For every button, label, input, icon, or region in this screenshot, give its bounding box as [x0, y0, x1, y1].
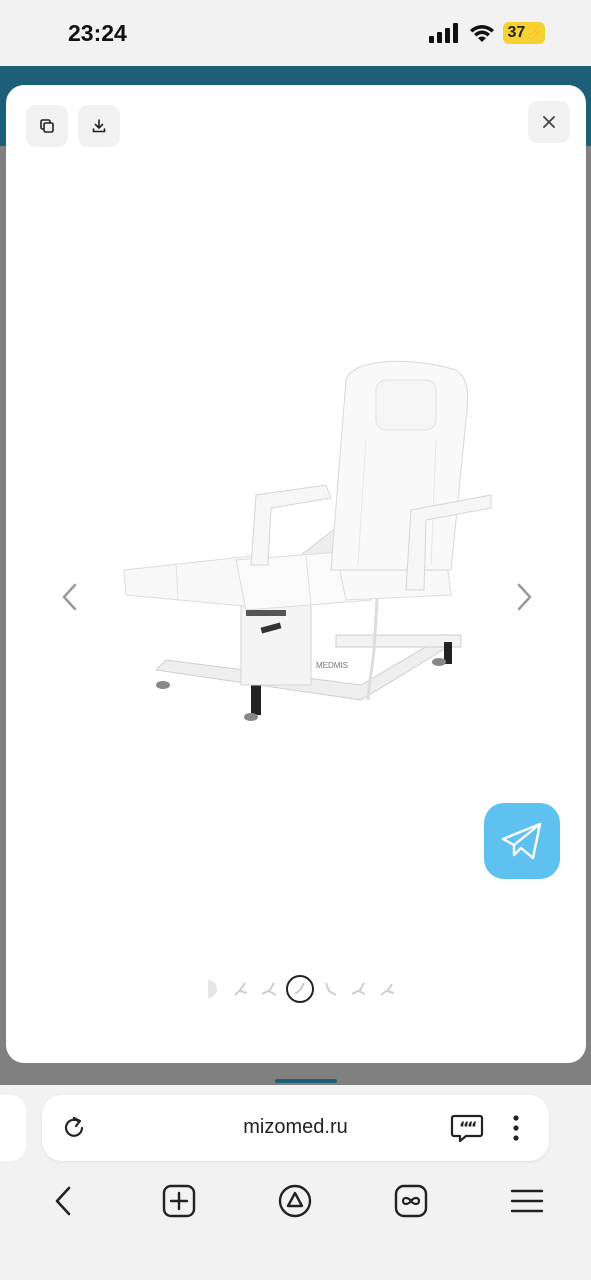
back-button[interactable]	[42, 1180, 84, 1222]
gallery-thumbnails	[202, 975, 398, 1003]
menu-button[interactable]	[506, 1180, 548, 1222]
telegram-button[interactable]	[484, 803, 560, 879]
thumbnail[interactable]	[202, 978, 224, 1000]
thumbnail[interactable]	[320, 978, 342, 1000]
copy-button[interactable]	[26, 105, 68, 147]
telegram-icon	[501, 822, 542, 860]
close-button[interactable]	[528, 101, 570, 143]
download-button[interactable]	[78, 105, 120, 147]
wifi-icon	[470, 25, 494, 42]
alice-assistant-button[interactable]	[274, 1180, 316, 1222]
thumbnail-active[interactable]	[286, 975, 314, 1003]
new-tab-button[interactable]	[158, 1180, 200, 1222]
address-bar[interactable]: mizomed.ru “ “	[42, 1095, 549, 1161]
battery-level: 37	[507, 24, 526, 41]
battery-indicator: 37 ⚡	[503, 22, 545, 44]
more-icon[interactable]	[506, 1112, 526, 1144]
previous-tab-card[interactable]	[0, 1095, 26, 1161]
image-viewer-modal: MEDMIS	[6, 85, 586, 1063]
thumbnail[interactable]	[376, 978, 398, 1000]
back-icon	[55, 1186, 71, 1216]
next-image-arrow[interactable]	[512, 582, 536, 612]
cellular-signal-icon	[429, 23, 458, 43]
close-icon	[543, 116, 555, 128]
charging-icon: ⚡	[526, 25, 543, 40]
thumbnail[interactable]	[348, 978, 370, 1000]
thumbnail[interactable]	[230, 978, 252, 1000]
alice-icon	[278, 1184, 312, 1218]
thumbnail[interactable]	[258, 978, 280, 1000]
page-scroll-indicator	[275, 1079, 337, 1083]
svg-text:“: “	[467, 1118, 478, 1137]
previous-image-arrow[interactable]	[58, 582, 82, 612]
tabs-icon	[394, 1184, 428, 1218]
quote-icon[interactable]: “ “	[450, 1112, 484, 1144]
new-tab-icon	[162, 1184, 196, 1218]
status-time: 23:24	[68, 20, 127, 46]
copy-icon	[40, 119, 54, 133]
status-icons: 37 ⚡	[429, 22, 545, 44]
download-icon	[92, 119, 106, 133]
tabs-button[interactable]	[390, 1180, 432, 1222]
product-image-chair: MEDMIS	[123, 360, 492, 721]
status-bar: 23:24 37 ⚡	[0, 0, 591, 66]
menu-icon	[510, 1189, 544, 1213]
brand-label: MEDMIS	[316, 661, 348, 670]
